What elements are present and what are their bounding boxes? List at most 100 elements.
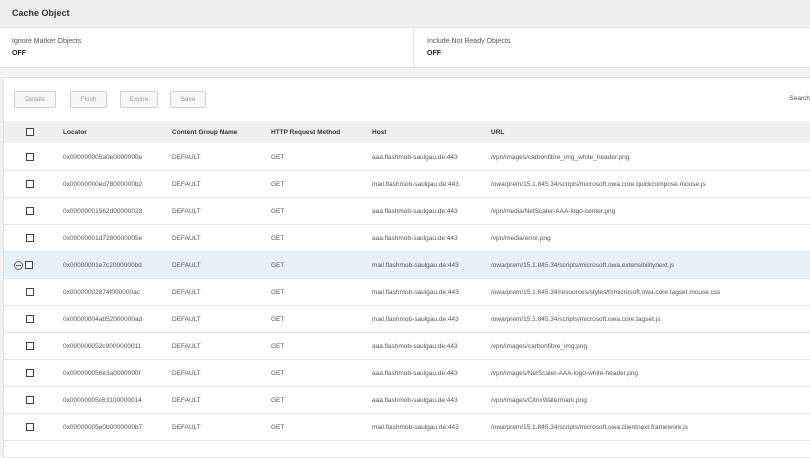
cell-locator: 0x00000001e7c2000000bd	[63, 261, 142, 269]
cell-content-group: DEFAULT	[172, 423, 201, 431]
row-select-cell	[26, 306, 46, 332]
filter-ignore-marker-objects[interactable]: Ignore Marker Objects OFF	[12, 38, 81, 57]
cell-host: aaa.flashmob-saulgau.de:443	[372, 342, 458, 350]
cell-content-group: DEFAULT	[172, 261, 201, 269]
select-all-cell	[26, 121, 46, 143]
row-select-cell	[26, 225, 46, 251]
row-checkbox[interactable]	[26, 396, 34, 404]
cache-object-panel: Details Flush Expire Save Search Locator…	[3, 77, 810, 458]
cell-locator: 0x00000000ed78000000b2	[63, 180, 143, 188]
cell-url: /owa/prem/15.1.845.34/scripts/microsoft.…	[491, 180, 706, 188]
page-title: Cache Object	[12, 8, 70, 18]
cell-host: aaa.flashmob-saulgau.de:443	[372, 207, 458, 215]
table-row[interactable]: 0x000000005a0e0000000e DEFAULT GET aaa.f…	[4, 144, 810, 171]
cell-host: aaa.flashmob-saulgau.de:443	[372, 153, 458, 161]
row-select-cell	[26, 333, 46, 359]
cell-locator: 0x00000005e0b0000000b7	[63, 423, 143, 431]
cell-host: mail.flashmob-saulgau.de:443	[372, 180, 459, 188]
table-row[interactable]: 0x00000002874f000000ac DEFAULT GET mail.…	[4, 279, 810, 306]
cell-url: /owa/prem/15.1.845.34/scripts/microsoft.…	[491, 315, 661, 323]
select-all-checkbox[interactable]	[26, 128, 34, 136]
column-header-locator[interactable]: Locator	[63, 121, 158, 143]
row-checkbox[interactable]	[26, 207, 34, 215]
cell-locator: 0x00000001d7280000005e	[63, 234, 143, 242]
cell-locator: 0x000000056e3a0000000f	[63, 369, 141, 377]
details-button[interactable]: Details	[14, 91, 56, 108]
cell-locator: 0x00000001562d00000028	[63, 207, 143, 215]
table-row[interactable]: 0x00000005e0b0000000b7 DEFAULT GET mail.…	[4, 414, 810, 441]
cell-content-group: DEFAULT	[172, 315, 201, 323]
filter-label: Ignore Marker Objects	[12, 38, 82, 45]
cell-url: /vpn/images/CitrixWatermark.png	[491, 396, 587, 404]
cell-url: /vpn/images/NetScaler-AAA-logo-white-hea…	[491, 369, 639, 377]
table-row[interactable]: 0x000000052c9000000011 DEFAULT GET aaa.f…	[4, 333, 810, 360]
cell-url: /owa/prem/15.1.845.34/scripts/microsoft.…	[491, 423, 688, 431]
cell-host: mail.flashmob-saulgau.de:443	[372, 261, 459, 269]
table-row[interactable]: 0x00000005c63100000014 DEFAULT GET aaa.f…	[4, 387, 810, 414]
cell-url: /owa/prem/15.1.845.34/scripts/microsoft.…	[491, 261, 675, 269]
cell-url: /vpn/images/carbonfibre_img.png	[491, 342, 588, 350]
cell-host: mail.flashmob-saulgau.de:443	[372, 423, 459, 431]
cell-http-method: GET	[271, 207, 285, 215]
cell-content-group: DEFAULT	[172, 342, 201, 350]
cell-url: /vpn/media/error.png	[491, 234, 551, 242]
row-checkbox[interactable]	[26, 315, 34, 323]
column-header-http-method[interactable]: HTTP Request Method	[271, 121, 371, 143]
row-checkbox[interactable]	[26, 423, 34, 431]
column-header-content-group[interactable]: Content Group Name	[172, 121, 267, 143]
column-header-url[interactable]: URL	[491, 121, 810, 143]
cell-http-method: GET	[271, 180, 285, 188]
cell-host: aaa.flashmob-saulgau.de:443	[372, 369, 458, 377]
cell-locator: 0x00000005c63100000014	[63, 396, 142, 404]
row-select-cell	[26, 171, 46, 197]
cell-locator: 0x00000004ab52000000ad	[63, 315, 143, 323]
cell-url: /owa/prem/15.1.845.34/resources/styles/0…	[491, 288, 721, 296]
cell-http-method: GET	[271, 315, 285, 323]
table-row[interactable]: 0x000000056e3a0000000f DEFAULT GET aaa.f…	[4, 360, 810, 387]
cell-http-method: GET	[271, 261, 285, 269]
cell-content-group: DEFAULT	[172, 180, 201, 188]
cell-locator: 0x000000052c9000000011	[63, 342, 142, 350]
row-checkbox[interactable]	[25, 261, 33, 269]
filter-bar: Ignore Marker Objects OFF Include Not Re…	[0, 28, 810, 68]
expire-button[interactable]: Expire	[120, 91, 158, 108]
cell-content-group: DEFAULT	[172, 396, 201, 404]
table-row-hovered[interactable]: 0x00000001e7c2000000bd DEFAULT GET mail.…	[4, 252, 810, 279]
table-row[interactable]: 0x00000001562d00000028 DEFAULT GET aaa.f…	[4, 198, 810, 225]
row-checkbox[interactable]	[26, 288, 34, 296]
cell-host: mail.flashmob-saulgau.de:443	[372, 315, 459, 323]
column-header-host[interactable]: Host	[372, 121, 487, 143]
row-select-cell	[26, 198, 46, 224]
cell-url: /vpn/media/NetScaler-AAA-logo-center.png	[491, 207, 616, 215]
table-header: Locator Content Group Name HTTP Request …	[4, 121, 810, 143]
table-row[interactable]: 0x00000001d7280000005e DEFAULT GET aaa.f…	[4, 225, 810, 252]
cell-http-method: GET	[271, 153, 285, 161]
cell-http-method: GET	[271, 342, 285, 350]
row-select-cell	[26, 414, 46, 440]
cell-host: aaa.flashmob-saulgau.de:443	[372, 234, 458, 242]
row-checkbox[interactable]	[26, 180, 34, 188]
filter-include-not-ready-objects[interactable]: Include Not Ready Objects OFF	[427, 38, 510, 57]
row-checkbox[interactable]	[26, 369, 34, 377]
filter-value: OFF	[12, 50, 26, 57]
cell-locator: 0x00000002874f000000ac	[63, 288, 140, 296]
filter-value: OFF	[427, 50, 441, 57]
row-checkbox[interactable]	[26, 153, 34, 161]
cell-content-group: DEFAULT	[172, 207, 201, 215]
table-row[interactable]: 0x00000000ed78000000b2 DEFAULT GET mail.…	[4, 171, 810, 198]
cell-http-method: GET	[271, 423, 285, 431]
filter-label: Include Not Ready Objects	[427, 38, 511, 45]
table-row[interactable]: 0x00000004ab52000000ad DEFAULT GET mail.…	[4, 306, 810, 333]
cell-host: mail.flashmob-saulgau.de:443	[372, 288, 459, 296]
flush-button[interactable]: Flush	[70, 91, 107, 108]
cell-host: aaa.flashmob-saulgau.de:443	[372, 396, 458, 404]
save-button[interactable]: Save	[170, 91, 206, 108]
row-collapse-icon[interactable]	[14, 260, 23, 270]
row-select-cell	[26, 387, 46, 413]
row-checkbox[interactable]	[26, 342, 34, 350]
cell-locator: 0x000000005a0e0000000e	[63, 153, 143, 161]
cell-http-method: GET	[271, 369, 285, 377]
search-link[interactable]: Search	[789, 95, 810, 102]
row-checkbox[interactable]	[26, 234, 34, 242]
cell-content-group: DEFAULT	[172, 369, 201, 377]
